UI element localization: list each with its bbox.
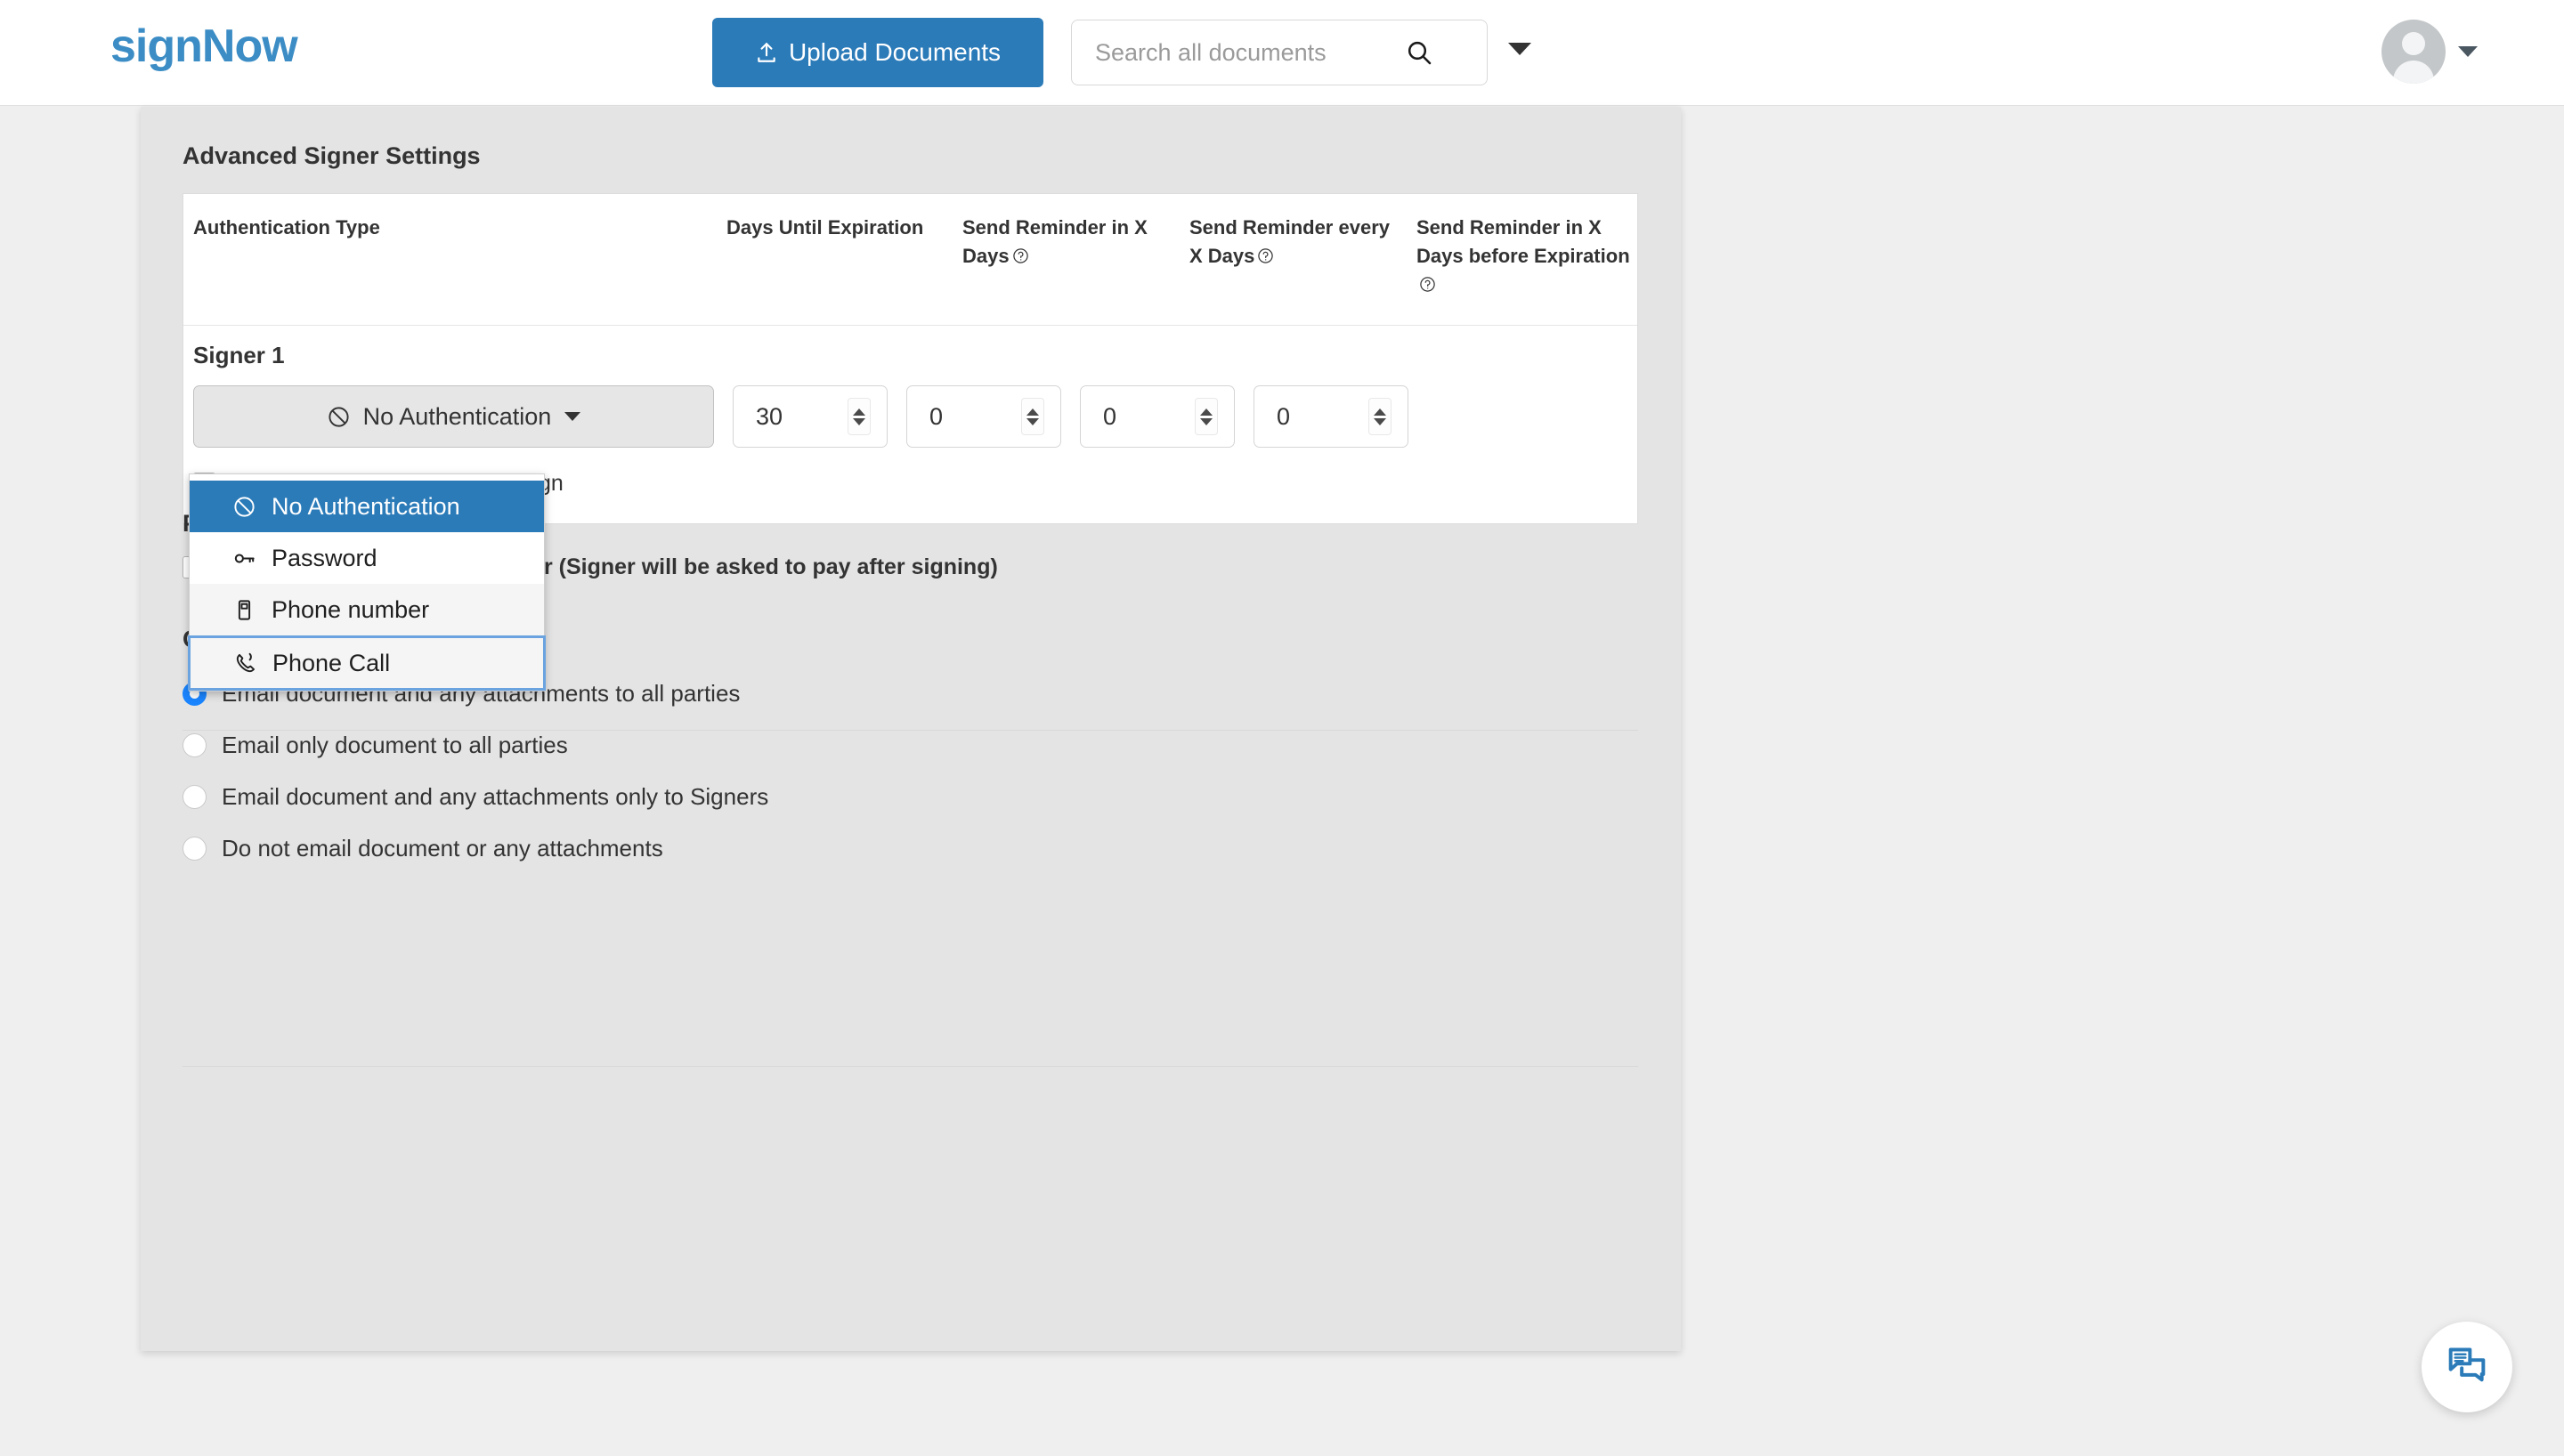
dropdown-option-password-label: Password — [272, 544, 377, 571]
advanced-signer-settings-title: Advanced Signer Settings — [183, 142, 481, 169]
on-completion-option-2[interactable]: Email document and any attachments only … — [183, 771, 768, 822]
help-icon[interactable] — [1257, 244, 1274, 272]
on-completion-option-3-label: Do not email document or any attachments — [222, 834, 663, 861]
search-input[interactable] — [1072, 20, 1401, 85]
search-icon[interactable] — [1405, 38, 1433, 67]
search-box[interactable] — [1071, 20, 1488, 85]
account-menu[interactable] — [2381, 20, 2478, 84]
mobile-phone-icon — [232, 598, 259, 622]
help-icon[interactable] — [1012, 244, 1029, 272]
on-completion-option-1[interactable]: Email only document to all parties — [183, 719, 768, 771]
column-header-send-reminder-in-x-days: Send Reminder in X Days — [953, 214, 1181, 325]
dropdown-option-no-authentication[interactable]: No Authentication — [190, 481, 544, 532]
radio-icon[interactable] — [183, 732, 207, 757]
send-reminder-in-x-days-field[interactable]: 0 — [906, 385, 1061, 448]
send-reminder-before-expiration-field[interactable]: 0 — [1254, 385, 1408, 448]
avatar — [2381, 20, 2446, 84]
radio-icon[interactable] — [183, 784, 207, 809]
on-completion-option-2-label: Email document and any attachments only … — [222, 782, 769, 810]
table-header-row: Authentication Type Days Until Expiratio… — [183, 194, 1637, 326]
section-divider — [183, 1066, 1638, 1067]
on-completion-radio-group: Email document and any attachments to al… — [183, 667, 768, 874]
settings-card: Advanced Signer Settings Authentication … — [141, 107, 1681, 1351]
column-header-days-until-expiration: Days Until Expiration — [726, 216, 924, 239]
send-reminder-every-x-days-field[interactable]: 0 — [1080, 385, 1235, 448]
dropdown-option-phone-call[interactable]: Phone Call — [188, 635, 546, 691]
dropdown-option-phone-number-label: Phone number — [272, 595, 430, 623]
dropdown-option-phone-call-label: Phone Call — [272, 649, 391, 676]
search-scope-chevron-down-icon[interactable] — [1508, 43, 1531, 55]
days-until-expiration-stepper[interactable] — [848, 398, 871, 435]
stepper-up-icon[interactable] — [853, 408, 865, 416]
chat-bubbles-icon — [2445, 1343, 2489, 1392]
stepper-up-icon[interactable] — [1374, 408, 1386, 416]
dropdown-option-password[interactable]: Password — [190, 532, 544, 584]
dropdown-option-no-authentication-label: No Authentication — [272, 492, 460, 520]
upload-documents-label: Upload Documents — [788, 38, 1002, 66]
stepper-up-icon[interactable] — [1200, 408, 1213, 416]
send-reminder-in-x-days-value: 0 — [929, 402, 944, 430]
stepper-down-icon[interactable] — [853, 417, 865, 425]
no-authentication-icon — [327, 405, 353, 429]
send-reminder-before-expiration-stepper[interactable] — [1368, 398, 1392, 435]
stepper-down-icon[interactable] — [1200, 417, 1213, 425]
phone-call-icon — [233, 651, 260, 675]
days-until-expiration-field[interactable]: 30 — [733, 385, 888, 448]
signer-1-settings-row: No Authentication 30 0 0 0 — [183, 369, 1637, 471]
send-reminder-every-x-days-value: 0 — [1103, 402, 1117, 430]
send-reminder-before-expiration-value: 0 — [1277, 402, 1291, 430]
column-header-send-reminder-every-x-days: Send Reminder every X Days — [1181, 214, 1408, 325]
logo-text-sign: sign — [110, 20, 203, 72]
dropdown-option-phone-number[interactable]: Phone number — [190, 584, 544, 635]
upload-icon — [755, 41, 778, 64]
logo-text-now: Now — [201, 20, 298, 72]
stepper-up-icon[interactable] — [1026, 408, 1039, 416]
stepper-down-icon[interactable] — [1374, 417, 1386, 425]
column-header-send-reminder-before-expiration-label: Send Reminder in X Days before Expiratio… — [1416, 216, 1630, 267]
key-icon — [232, 546, 259, 570]
upload-documents-button[interactable]: Upload Documents — [712, 18, 1043, 87]
days-until-expiration-value: 30 — [756, 402, 783, 430]
top-header: signNow Upload Documents — [0, 0, 2564, 106]
signnow-logo[interactable]: signNow — [110, 20, 298, 73]
on-completion-option-3[interactable]: Do not email document or any attachments — [183, 822, 768, 874]
authentication-type-dropdown[interactable]: No Authentication Password Phone number … — [188, 473, 546, 692]
send-reminder-in-x-days-stepper[interactable] — [1021, 398, 1044, 435]
stepper-down-icon[interactable] — [1026, 417, 1039, 425]
column-header-send-reminder-before-expiration: Send Reminder in X Days before Expiratio… — [1408, 214, 1635, 325]
on-completion-option-1-label: Email only document to all parties — [222, 731, 568, 758]
column-header-authentication-type: Authentication Type — [193, 216, 380, 239]
signer-1-label: Signer 1 — [193, 342, 285, 368]
column-header-send-reminder-in-x-days-label: Send Reminder in X Days — [962, 216, 1148, 267]
send-reminder-every-x-days-stepper[interactable] — [1195, 398, 1218, 435]
account-chevron-down-icon — [2458, 46, 2478, 57]
radio-icon[interactable] — [183, 836, 207, 861]
authentication-type-select[interactable]: No Authentication — [193, 385, 714, 448]
authentication-type-value: No Authentication — [362, 402, 552, 430]
column-header-send-reminder-every-x-days-label: Send Reminder every X Days — [1189, 216, 1390, 267]
chevron-down-icon — [564, 412, 581, 421]
chat-widget-button[interactable] — [2422, 1322, 2512, 1412]
help-icon[interactable] — [1419, 272, 1436, 301]
no-authentication-icon — [232, 495, 259, 519]
